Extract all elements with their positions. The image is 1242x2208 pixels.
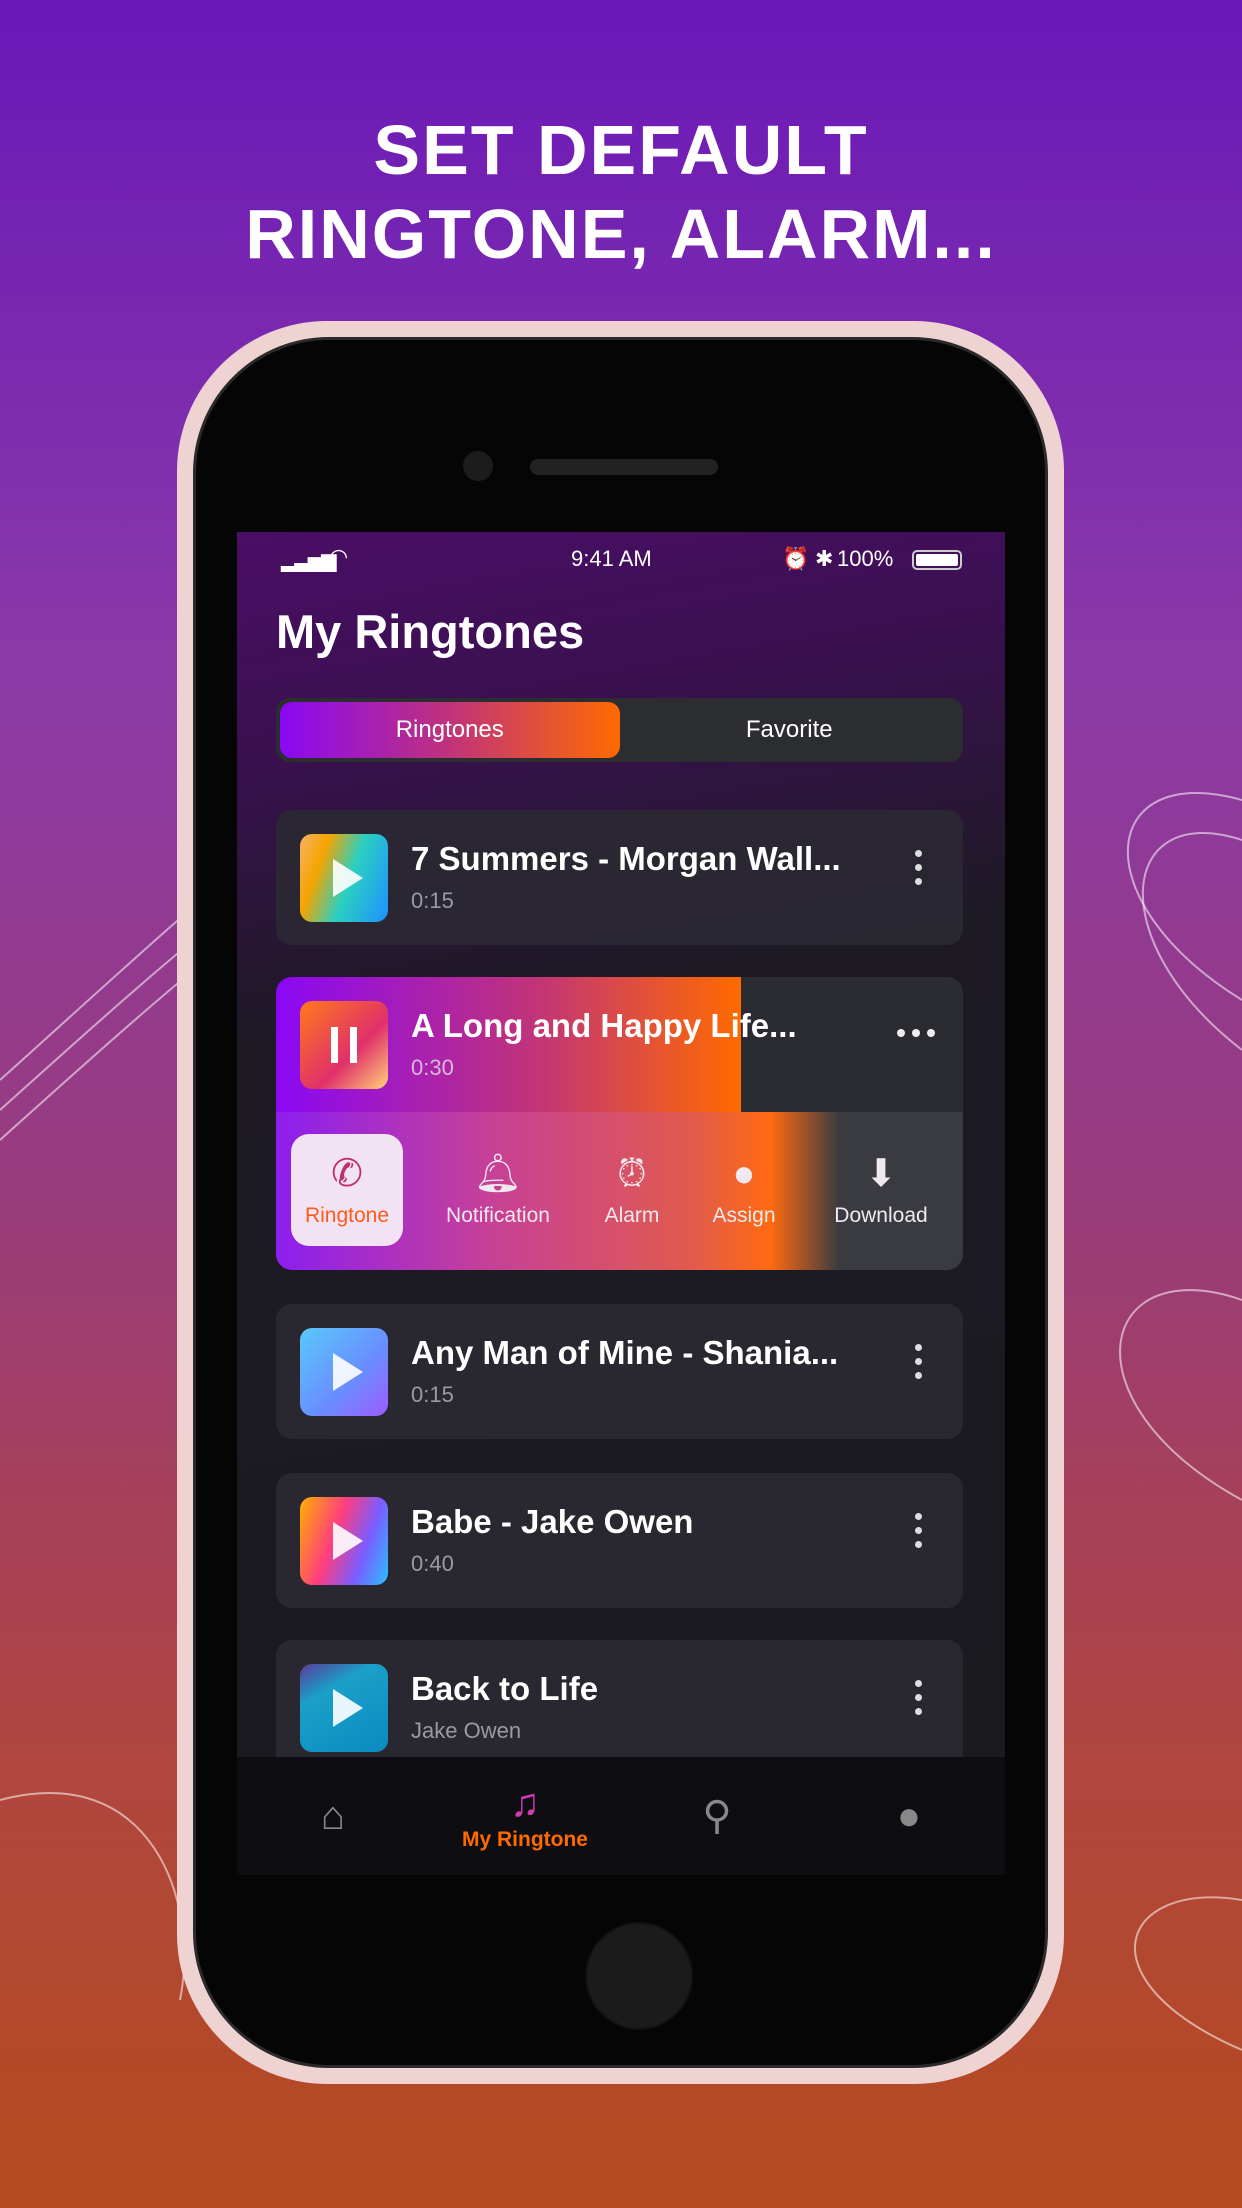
headline-line-2: RINGTONE, ALARM... [245, 195, 997, 273]
status-time: 9:41 AM [571, 546, 652, 571]
ringtone-duration: 0:40 [411, 1551, 454, 1576]
bell-icon: 🔔︎ [473, 1153, 523, 1195]
alarm-icon: ⏰ [782, 546, 810, 571]
action-label: Notification [446, 1204, 550, 1227]
list-item-expanded[interactable]: A Long and Happy Life... 0:30 ✆ Ringtone … [276, 977, 963, 1270]
action-download[interactable]: ⬇ Download [816, 1134, 946, 1246]
segmented-control: Ringtones Favorite [276, 698, 963, 762]
action-bar: ✆ Ringtone 🔔︎ Notification ⏰︎ Alarm ● Assign… [276, 1112, 963, 1270]
play-button[interactable] [300, 1497, 388, 1585]
wifi-icon: ◠ [329, 544, 349, 569]
play-icon [333, 859, 363, 897]
ringtone-artist: Jake Owen [411, 1718, 522, 1743]
action-ringtone[interactable]: ✆ Ringtone [291, 1134, 403, 1246]
speaker [530, 459, 718, 475]
more-options-icon[interactable] [897, 1029, 935, 1037]
ringtone-title: Any Man of Mine - Shania... [411, 1334, 839, 1371]
ringtone-duration: 0:15 [411, 1382, 454, 1407]
nav-my-ringtone[interactable]: ♫ My Ringtone [429, 1757, 621, 1875]
play-button[interactable] [300, 1328, 388, 1416]
more-options-icon[interactable] [915, 1680, 923, 1715]
tab-ringtones[interactable]: Ringtones [280, 702, 620, 758]
more-options-icon[interactable] [915, 1344, 923, 1379]
list-item[interactable]: Babe - Jake Owen 0:40 [276, 1473, 963, 1608]
signal-icon: ▂▃▅▆ [281, 550, 337, 572]
nav-home[interactable]: ⌂ [237, 1757, 429, 1875]
ringtone-title: A Long and Happy Life... [411, 1007, 797, 1044]
action-notification[interactable]: 🔔︎ Notification [428, 1134, 568, 1246]
action-label: Assign [712, 1204, 776, 1227]
list-item[interactable]: 7 Summers - Morgan Wall... 0:15 [276, 810, 963, 945]
tab-favorite[interactable]: Favorite [620, 702, 960, 758]
battery-percent: 100% [837, 546, 894, 571]
pause-button[interactable] [300, 1001, 388, 1089]
home-icon: ⌂ [320, 1793, 346, 1838]
home-button[interactable] [585, 1922, 693, 2030]
battery-icon [912, 550, 962, 570]
pause-icon [331, 1027, 338, 1063]
page-title: My Ringtones [276, 605, 585, 658]
ringtone-title: Babe - Jake Owen [411, 1503, 694, 1540]
alarm-clock-icon: ⏰︎ [617, 1153, 647, 1195]
list-item[interactable]: Any Man of Mine - Shania... 0:15 [276, 1304, 963, 1439]
headline-line-1: SET DEFAULT [373, 111, 869, 189]
play-icon [333, 1689, 363, 1727]
play-button[interactable] [300, 1664, 388, 1752]
nav-search[interactable]: ⚲ [621, 1757, 813, 1875]
app-screen: ▂▃▅▆ ◠ 9:41 AM ⏰ ✱ 100% My Ringtones Rin… [237, 532, 1005, 1875]
bluetooth-icon: ✱ [815, 546, 834, 571]
more-options-icon[interactable] [915, 1513, 923, 1548]
list-item[interactable]: Back to Life Jake Owen [276, 1640, 963, 1775]
action-alarm[interactable]: ⏰︎ Alarm [576, 1134, 688, 1246]
action-assign[interactable]: ● Assign [688, 1134, 800, 1246]
nav-profile[interactable]: ● [813, 1757, 1005, 1875]
action-label: Alarm [604, 1204, 660, 1227]
ringtone-duration: 0:30 [411, 1055, 454, 1080]
action-label: Ringtone [304, 1204, 390, 1227]
music-note-icon: ♫ [510, 1780, 540, 1825]
ringtone-title: Back to Life [411, 1670, 599, 1707]
play-icon [333, 1522, 363, 1560]
search-icon: ⚲ [702, 1794, 732, 1838]
headline: SET DEFAULT RINGTONE, ALARM... [0, 108, 1242, 276]
play-button[interactable] [300, 834, 388, 922]
profile-icon: ● [896, 1793, 922, 1838]
more-options-icon[interactable] [915, 850, 923, 885]
bottom-nav: ⌂ ♫ My Ringtone ⚲ ● [237, 1757, 1005, 1875]
ringtone-title: 7 Summers - Morgan Wall... [411, 840, 841, 877]
phone-icon: ✆ [331, 1153, 363, 1195]
status-bar: ▂▃▅▆ ◠ 9:41 AM ⏰ ✱ 100% [237, 544, 1005, 576]
play-icon [333, 1353, 363, 1391]
nav-label: My Ringtone [462, 1827, 588, 1851]
ringtone-duration: 0:15 [411, 888, 454, 913]
action-label: Download [834, 1204, 928, 1227]
front-camera [463, 451, 493, 481]
person-icon: ● [732, 1153, 756, 1195]
download-icon: ⬇ [865, 1153, 897, 1195]
